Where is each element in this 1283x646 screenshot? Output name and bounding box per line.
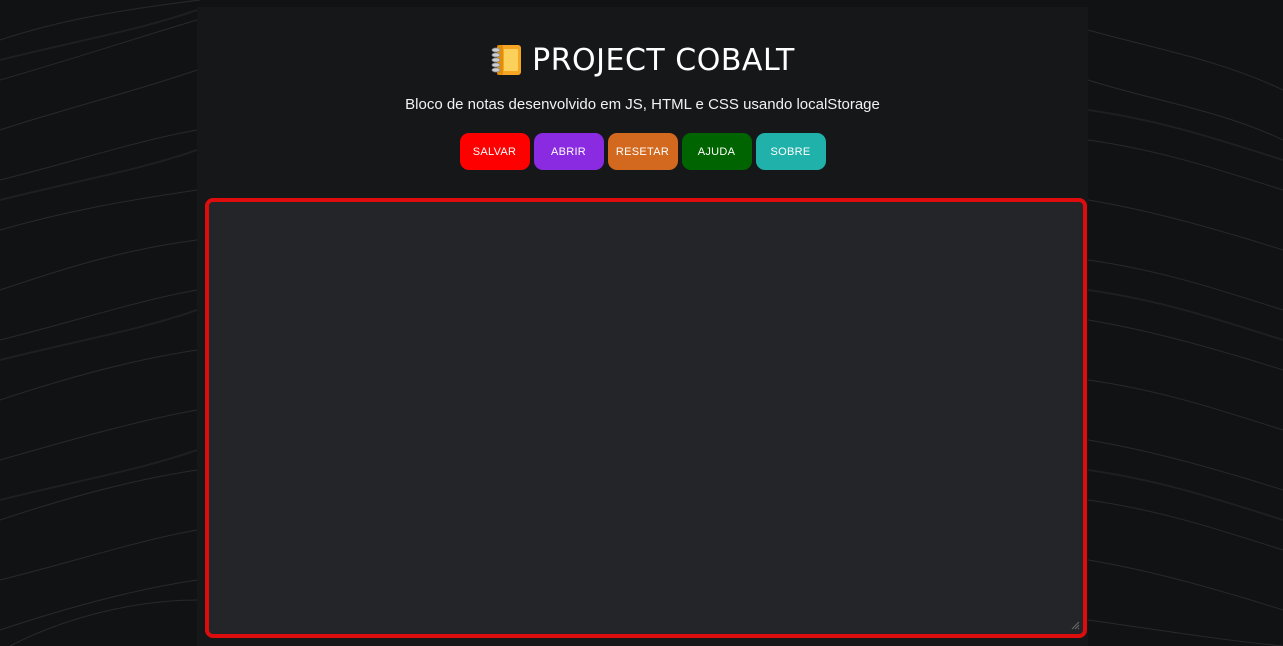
about-button[interactable]: SOBRE [755, 133, 826, 170]
help-button[interactable]: AJUDA [681, 133, 752, 170]
resize-grip-icon[interactable] [1071, 621, 1080, 630]
app-subtitle: Bloco de notas desenvolvido em JS, HTML … [405, 96, 880, 113]
app-title: PROJECT COBALT [532, 42, 795, 78]
note-textarea[interactable] [205, 198, 1087, 638]
header: PROJECT COBALT [197, 37, 1088, 83]
toolbar: SALVAR ABRIR RESETAR AJUDA SOBRE [197, 133, 1088, 170]
reset-button[interactable]: RESETAR [607, 133, 678, 170]
open-button[interactable]: ABRIR [533, 133, 604, 170]
save-button[interactable]: SALVAR [459, 133, 530, 170]
notebook-icon [491, 45, 522, 75]
